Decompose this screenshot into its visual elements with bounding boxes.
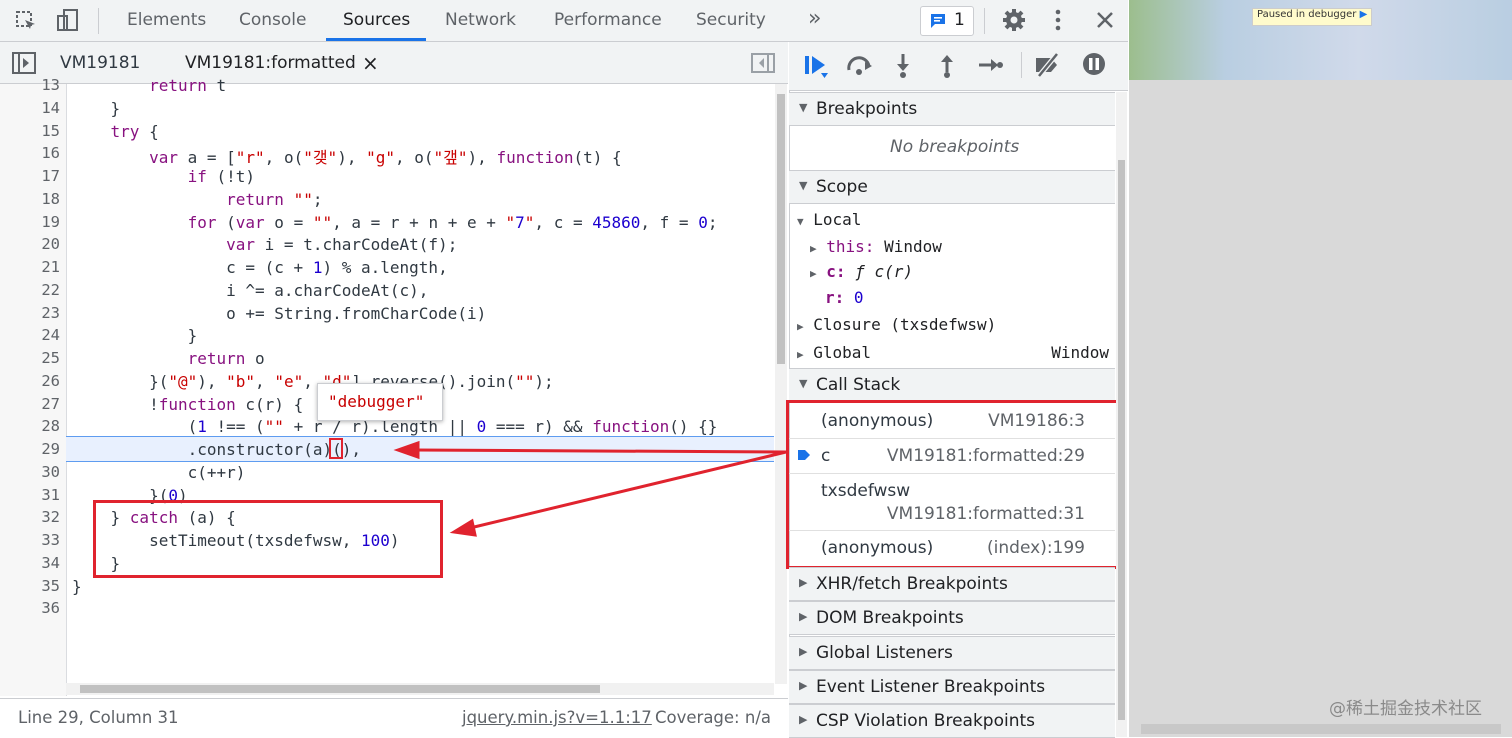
annotation-arrows [393,440,787,537]
